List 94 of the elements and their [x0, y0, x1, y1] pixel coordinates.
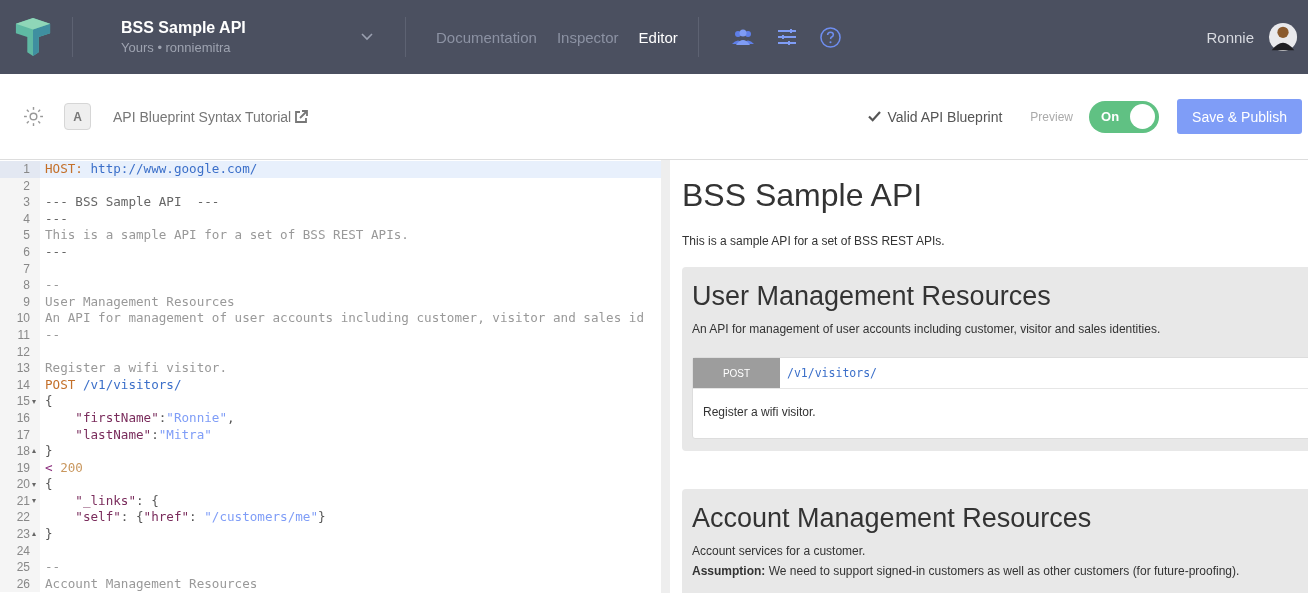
avatar[interactable]	[1268, 21, 1298, 53]
logo-icon	[14, 18, 52, 56]
check-icon	[868, 111, 882, 122]
group-description: An API for management of user accounts including customer, visitor and sales identities.	[692, 322, 1162, 336]
resource-path: /v1/visitors/	[786, 365, 877, 382]
code-number: 200	[60, 459, 83, 475]
code-key: "lastName"	[75, 426, 152, 442]
code-key: "firstName"	[75, 409, 159, 425]
line-number: 6	[23, 243, 30, 261]
code-text: :	[151, 426, 159, 442]
line-number: 11	[17, 326, 30, 344]
code-text: :	[189, 509, 198, 525]
code-text: Account Management Resources	[45, 575, 258, 591]
fold-arrow-icon[interactable]: ▴	[32, 530, 36, 539]
line-number: 20	[16, 476, 30, 493]
line-number: 1	[23, 161, 30, 178]
font-button[interactable]: A	[64, 103, 91, 130]
code-text: : {	[136, 492, 159, 508]
line-number: 21	[16, 492, 30, 510]
code-text: An API for management of user accounts including customer, visitor and sales id	[45, 310, 644, 326]
code-keyword: POST	[45, 376, 77, 392]
line-number: 26	[16, 575, 30, 593]
line-number: 15	[16, 393, 30, 410]
line-number: 18	[16, 443, 30, 460]
code-key: "href"	[143, 509, 190, 525]
line-number: 22	[16, 509, 30, 527]
line-number: 25	[16, 559, 30, 576]
code-url: http://www.google.com/	[90, 161, 258, 176]
method-label: POST	[693, 358, 780, 388]
code-marker: <	[45, 459, 54, 475]
code-string: "/customers/me"	[204, 509, 318, 525]
line-number: 5	[23, 227, 30, 244]
code-key: "_links"	[75, 492, 136, 508]
help-icon[interactable]	[819, 26, 841, 48]
fold-arrow-icon[interactable]: ▾	[32, 397, 36, 406]
code-text: This is a sample API for a set of BSS REST APIs.	[45, 227, 409, 243]
code-text: --- BSS Sample API ---	[45, 194, 220, 210]
code-text: ---	[45, 243, 68, 259]
people-icon[interactable]	[731, 29, 754, 45]
line-number: 10	[16, 310, 30, 327]
code-text: --	[45, 326, 61, 342]
preview-label: Preview	[1030, 109, 1074, 124]
preview-title: BSS Sample API	[682, 177, 924, 214]
group-description: Assumption: We need to support signed-in customers as well as other customers (for future-proofing).	[692, 564, 1241, 578]
code-string: "Mitra"	[158, 426, 212, 442]
code-text: --	[45, 277, 61, 293]
code-text: }	[45, 526, 53, 542]
fold-arrow-icon[interactable]: ▾	[32, 497, 36, 506]
user-name[interactable]: Ronnie	[1206, 28, 1254, 46]
line-number: 4	[23, 210, 30, 228]
line-number: 17	[16, 426, 30, 444]
code-key: "self"	[75, 509, 121, 525]
group-title: Account Management Resources	[692, 503, 1093, 534]
code-text: ,	[227, 409, 235, 425]
line-number: 14	[16, 376, 30, 394]
line-number: 9	[23, 293, 30, 311]
group-title: User Management Resources	[692, 281, 1052, 312]
code-text: :	[158, 409, 167, 425]
line-number: 12	[16, 343, 30, 361]
code-text: Register a wifi visitor.	[45, 360, 227, 376]
line-number: 16	[16, 409, 30, 427]
project-owner: Yours • ronniemitra	[121, 40, 232, 55]
code-text: }	[318, 509, 326, 525]
code-text: : {	[120, 509, 144, 525]
sliders-icon[interactable]	[777, 29, 796, 45]
code-text: }	[45, 443, 53, 459]
line-number: 24	[16, 542, 30, 560]
line-number: 8	[23, 277, 30, 294]
code-text: {	[45, 393, 53, 409]
external-link-icon[interactable]	[294, 109, 309, 124]
code-text: --	[45, 559, 61, 575]
line-number: 19	[16, 459, 30, 477]
tutorial-link[interactable]: API Blueprint Syntax Tutorial	[113, 108, 292, 125]
project-title: BSS Sample API	[121, 19, 247, 37]
resource-description: Register a wifi visitor.	[702, 404, 817, 421]
line-number: 7	[23, 260, 30, 278]
fold-arrow-icon[interactable]: ▾	[32, 480, 36, 489]
code-url: /v1/visitors/	[82, 376, 182, 392]
validation-status: Valid API Blueprint	[887, 108, 1003, 125]
code-string: "Ronnie"	[166, 409, 227, 425]
fold-arrow-icon[interactable]: ▴	[32, 447, 36, 456]
code-text: User Management Resources	[45, 293, 235, 309]
line-number: 2	[23, 177, 30, 195]
nav-tab[interactable]: Editor	[638, 28, 678, 46]
code-text: ---	[45, 210, 68, 226]
line-number: 23	[16, 526, 30, 543]
chevron-down-icon[interactable]	[361, 33, 373, 41]
code-text: {	[45, 476, 53, 492]
code-keyword: HOST:	[45, 161, 84, 176]
line-number: 13	[16, 360, 30, 377]
preview-description: This is a sample API for a set of BSS REST APIs.	[682, 234, 946, 248]
group-description: Account services for a customer.	[692, 544, 867, 558]
sun-icon[interactable]	[24, 107, 43, 126]
line-number: 3	[23, 194, 30, 211]
